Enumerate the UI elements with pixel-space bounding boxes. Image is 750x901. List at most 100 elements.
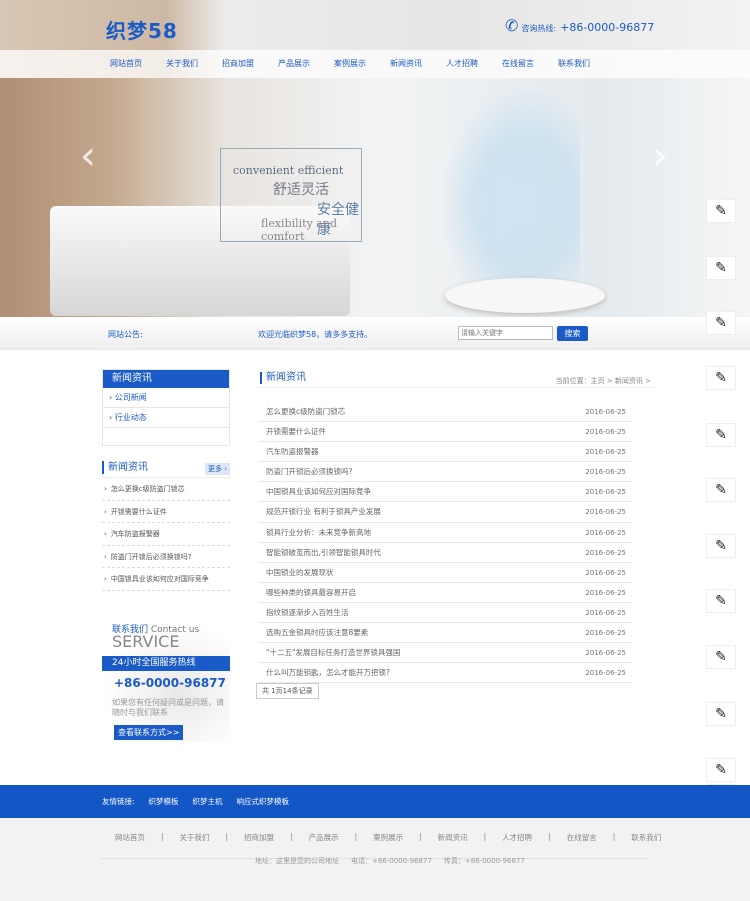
hotline: ✆ 咨询热线: +86-0000-96877 [505, 16, 654, 35]
article-row[interactable]: 怎么更换c级防盗门锁芯 2016-06-25 [258, 402, 632, 423]
slogan-cn-1: 舒适灵活 [273, 182, 329, 198]
side-news-link[interactable]: 怎么更换c级防盗门锁芯 [111, 485, 185, 493]
more-label: 更多 [207, 465, 222, 473]
article-title[interactable]: 什么叫万能钥匙，怎么才能开万把锁? [266, 663, 390, 682]
edit-icon[interactable]: ✎ [706, 758, 736, 782]
next-arrow-icon[interactable]: › [652, 133, 668, 179]
edit-icon[interactable]: ✎ [706, 478, 736, 502]
nav-cases[interactable]: 案例展示 [322, 50, 378, 78]
edit-icon[interactable]: ✎ [706, 199, 736, 223]
edit-icon[interactable]: ✎ [706, 589, 736, 613]
nav-products[interactable]: 产品展示 [266, 50, 322, 78]
separator: | [483, 832, 487, 841]
edit-icon[interactable]: ✎ [706, 366, 736, 390]
edit-icon[interactable]: ✎ [706, 311, 736, 335]
nav-join[interactable]: 招商加盟 [210, 50, 266, 78]
slogan-en-1: convenient efficient [233, 164, 344, 177]
notice-bar: 网站公告: 欢迎光临织梦58，请多多支持。 搜索 [0, 317, 750, 350]
footer-nav-link[interactable]: 人才招聘 [502, 832, 532, 843]
side-news-item[interactable]: › 开锁需要什么证件 [102, 501, 230, 523]
article-title[interactable]: 防盗门开锁后必须换锁吗? [266, 462, 352, 481]
phone-icon: ✆ [505, 16, 519, 35]
article-title[interactable]: 怎么更换c级防盗门锁芯 [266, 402, 345, 421]
edit-icon[interactable]: ✎ [706, 534, 736, 558]
article-title[interactable]: 开锁需要什么证件 [266, 422, 326, 441]
side-news-item[interactable]: › 怎么更换c级防盗门锁芯 [102, 478, 230, 501]
footer-nav-link[interactable]: 案例展示 [373, 832, 403, 843]
nav-about[interactable]: 关于我们 [154, 50, 210, 78]
search-button[interactable]: 搜索 [557, 326, 588, 341]
separator: | [290, 832, 293, 841]
article-title[interactable]: 中国锁具业该如何应对国际竞争 [266, 482, 371, 501]
footer-nav-link[interactable]: 招商加盟 [244, 832, 274, 843]
friend-link[interactable]: 织梦主机 [193, 796, 223, 807]
article-row[interactable]: 中国锁具业该如何应对国际竞争 2016-06-25 [258, 482, 632, 503]
article-title[interactable]: 指纹锁逐渐步入百姓生活 [266, 603, 349, 622]
article-title[interactable]: 中国锁业的发展现状 [266, 563, 334, 582]
footer-nav-link[interactable]: 网站首页 [115, 832, 145, 843]
nav-jobs[interactable]: 人才招聘 [434, 50, 490, 78]
edit-icon[interactable]: ✎ [706, 256, 736, 280]
side-news-item[interactable]: › 中国锁具业该如何应对国际竞争 [102, 568, 230, 591]
category-label: 公司新闻 [114, 393, 147, 402]
hotline-label: 咨询热线: [521, 24, 557, 33]
footer-nav-link[interactable]: 产品展示 [309, 832, 339, 843]
nav-contact[interactable]: 联系我们 [546, 50, 602, 78]
article-title[interactable]: 哪些种类的锁具最容易开启 [266, 583, 356, 602]
side-news-item[interactable]: › 汽车防盗报警器 [102, 523, 230, 546]
side-news-link[interactable]: 中国锁具业该如何应对国际竞争 [111, 575, 209, 583]
article-row[interactable]: 开锁需要什么证件 2016-06-25 [258, 422, 632, 443]
side-news-link[interactable]: 防盗门开锁后必须换锁吗? [111, 553, 192, 561]
category-label: 行业动态 [114, 413, 147, 422]
nav-home[interactable]: 网站首页 [98, 50, 154, 78]
article-row[interactable]: 指纹锁逐渐步入百姓生活 2016-06-25 [258, 603, 632, 624]
banner-slogan: convenient efficient 舒适灵活 安全健康 flexibili… [220, 148, 362, 243]
article-title[interactable]: 汽车防盗报警器 [266, 442, 319, 461]
friend-link[interactable]: 响应式织梦模板 [237, 796, 290, 807]
article-title[interactable]: 规范开锁行业 有利于锁具产业发展 [266, 502, 381, 521]
edit-icon[interactable]: ✎ [706, 423, 736, 447]
breadcrumb[interactable]: 当前位置：主页 > 新闻资讯 > [556, 376, 651, 386]
article-title[interactable]: 锁具行业分析：未来竞争新高地 [266, 523, 371, 542]
contact-box: 联系我们 Contact us SERVICE 24小时全国服务热线 +86-0… [102, 620, 230, 742]
article-row[interactable]: 规范开锁行业 有利于锁具产业发展 2016-06-25 [258, 502, 632, 523]
article-row[interactable]: 哪些种类的锁具最容易开启 2016-06-25 [258, 583, 632, 603]
footer-nav-link[interactable]: 在线留言 [567, 832, 597, 843]
side-news-link[interactable]: 汽车防盗报警器 [111, 530, 160, 538]
side-news-item[interactable]: › 防盗门开锁后必须换锁吗? [102, 546, 230, 568]
banner-slide[interactable]: convenient efficient 舒适灵活 安全健康 flexibili… [0, 78, 750, 317]
article-row[interactable]: 智能锁破茧而出,引领智能锁具时代 2016-06-25 [258, 543, 632, 563]
article-row[interactable]: "十二五"发展目标任务打造世界锁具强国 2016-06-25 [258, 643, 632, 664]
footer-nav-link[interactable]: 关于我们 [180, 832, 210, 843]
article-title[interactable]: "十二五"发展目标任务打造世界锁具强国 [266, 643, 400, 662]
notice-text[interactable]: 欢迎光临织梦58，请多多支持。 [258, 329, 372, 340]
category-item[interactable]: › 公司新闻 [103, 388, 229, 408]
edit-icon[interactable]: ✎ [706, 645, 736, 669]
friend-link[interactable]: 织梦模板 [149, 796, 179, 807]
prev-arrow-icon[interactable]: ‹ [80, 133, 96, 179]
edit-icon[interactable]: ✎ [706, 702, 736, 726]
article-date: 2016-06-25 [585, 649, 626, 658]
article-date: 2016-06-25 [585, 408, 626, 416]
article-title[interactable]: 智能锁破茧而出,引领智能锁具时代 [266, 543, 381, 562]
side-news-link[interactable]: 开锁需要什么证件 [111, 508, 167, 516]
contact-phone: +86-0000-96877 [114, 676, 226, 690]
model-image [440, 83, 580, 303]
nav-message[interactable]: 在线留言 [490, 50, 546, 78]
article-list: 怎么更换c级防盗门锁芯 2016-06-25 开锁需要什么证件 2016-06-25 汽… [258, 402, 632, 684]
view-contact-button[interactable]: 查看联系方式>> [114, 725, 184, 740]
article-row[interactable]: 什么叫万能钥匙，怎么才能开万把锁? 2016-06-25 [258, 663, 632, 684]
category-item[interactable]: › 行业动态 [103, 408, 229, 428]
article-row[interactable]: 中国锁业的发展现状 2016-06-25 [258, 563, 632, 583]
logo[interactable]: 织梦58 [106, 15, 178, 44]
article-row[interactable]: 汽车防盗报警器 2016-06-25 [258, 442, 632, 463]
footer-nav-link[interactable]: 新闻资讯 [438, 832, 468, 843]
article-row[interactable]: 选购五金锁具时应该注意8要素 2016-06-25 [258, 623, 632, 644]
nav-news[interactable]: 新闻资讯 [378, 50, 434, 78]
article-row[interactable]: 锁具行业分析：未来竞争新高地 2016-06-25 [258, 523, 632, 543]
article-title[interactable]: 选购五金锁具时应该注意8要素 [266, 623, 368, 642]
footer-nav-link[interactable]: 联系我们 [631, 832, 661, 843]
article-row[interactable]: 防盗门开锁后必须换锁吗? 2016-06-25 [258, 462, 632, 483]
search-input[interactable] [458, 326, 553, 340]
more-button[interactable]: 更多 › [204, 463, 230, 475]
